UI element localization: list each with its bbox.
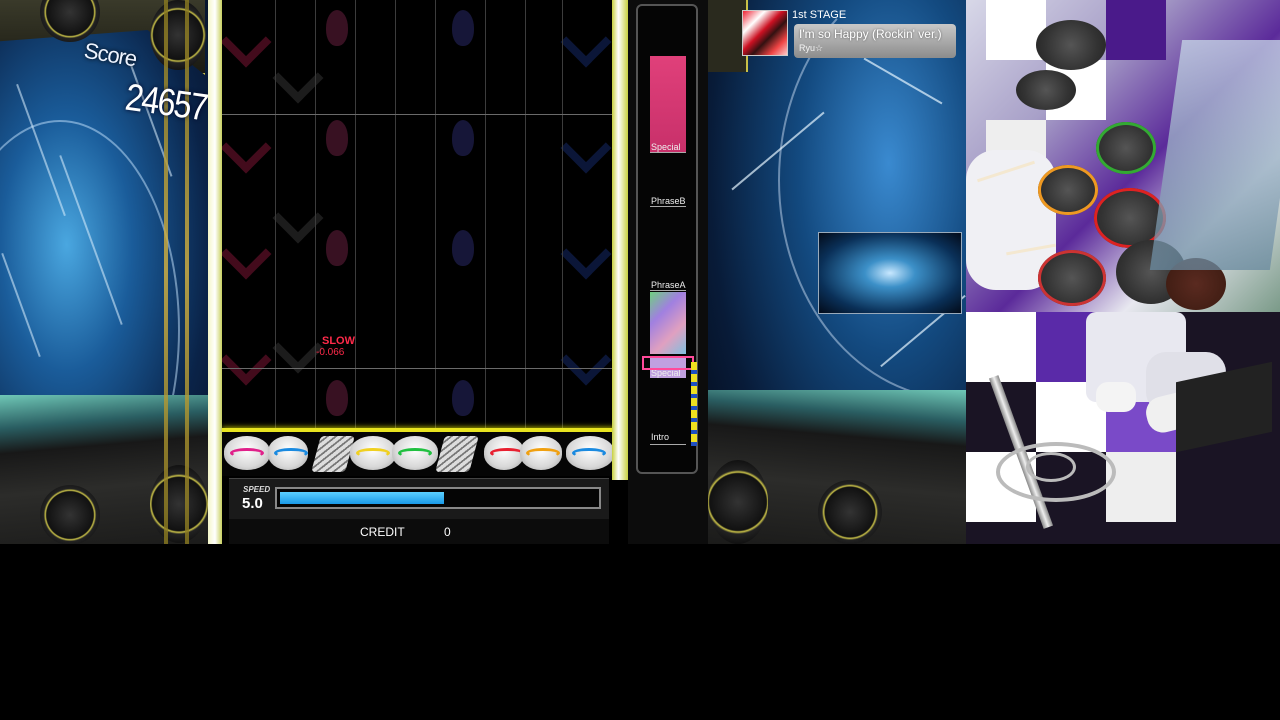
phrase-divider (650, 152, 686, 153)
lane-divider (435, 0, 436, 430)
stage-label: 1st STAGE (792, 9, 847, 21)
phrase-label: PhraseB (651, 196, 686, 206)
lane-divider (315, 0, 316, 430)
speaker-icon (708, 460, 768, 544)
game-screen: Score 24657 SLOW -0.066 SPEED 5.0 CREDIT… (0, 0, 1280, 544)
right-background-panel (708, 0, 966, 544)
speed-indicator: SPEED 5.0 (237, 485, 271, 513)
chevron-down-icon (222, 122, 272, 174)
phrase-divider (650, 444, 686, 445)
phrase-label: Intro (651, 432, 670, 442)
lane-divider (275, 0, 276, 430)
phrase-label: Special (651, 142, 681, 152)
credit-label: CREDIT (360, 525, 405, 539)
phrase-divider (650, 206, 686, 207)
player-camera-feet (966, 312, 1280, 544)
song-title: I'm so Happy (Rockin' ver.) (799, 27, 942, 41)
chevron-down-icon (222, 228, 272, 280)
speed-gauge (275, 487, 601, 509)
phrase-segment-phrasea (650, 292, 686, 354)
frame-pillar (185, 0, 189, 544)
lane-border-right (612, 0, 628, 480)
drum-cymbal (1036, 20, 1106, 70)
lane-divider (395, 0, 396, 430)
player-camera-overhead (966, 0, 1280, 312)
footprint-icon (326, 380, 348, 416)
chevron-down-icon (222, 334, 272, 386)
high-tom-pad (350, 436, 396, 470)
current-position-marker (642, 356, 694, 370)
song-artist: Ryu☆ (799, 43, 824, 53)
phrase-divider (650, 290, 686, 291)
footprint-icon (326, 120, 348, 156)
drum-cymbal (1016, 70, 1076, 110)
low-tom-pad (392, 436, 438, 470)
chevron-down-icon (560, 228, 612, 280)
cymbal-pad (520, 436, 562, 470)
floor-deck (708, 390, 966, 544)
left-background-panel: Score 24657 (0, 0, 222, 544)
stage-info: 1st STAGE I'm so Happy (Rockin' ver.) Ry… (738, 4, 960, 60)
footprint-icon (452, 120, 474, 156)
timing-offset: -0.066 (316, 347, 345, 358)
song-info-box: I'm so Happy (Rockin' ver.) Ryu☆ (794, 24, 956, 58)
lane-divider (525, 0, 526, 430)
status-panel: SPEED 5.0 CREDIT 0 (229, 478, 609, 544)
footprint-icon (452, 230, 474, 266)
footprint-icon (326, 10, 348, 46)
measure-line (222, 114, 616, 115)
chevron-down-icon (560, 334, 612, 386)
background-arc (778, 0, 966, 400)
footprint-icon (326, 230, 348, 266)
phrase-label: PhraseA (651, 280, 686, 290)
note-lanes: SLOW -0.066 (222, 0, 616, 476)
lane-divider (562, 0, 563, 430)
progress-frame: Special PhraseB PhraseA Special Intro (636, 4, 698, 474)
timing-judgement: SLOW (322, 335, 355, 347)
chevron-down-icon (560, 16, 612, 68)
drum-tom (1096, 122, 1156, 174)
footprint-icon (452, 380, 474, 416)
song-jacket (742, 10, 788, 56)
footprint-icon (452, 10, 474, 46)
score-value: 24657 (122, 76, 210, 130)
stool-ring (1026, 452, 1076, 482)
sneaker-left (1096, 382, 1136, 412)
lane-divider (485, 0, 486, 430)
chevron-down-icon (560, 122, 612, 174)
floor-tile (1106, 0, 1166, 60)
measure-line (222, 368, 616, 369)
ride-pad (566, 436, 614, 470)
speaker-icon (40, 485, 100, 544)
snare-pad (268, 436, 308, 470)
drum-tom (1038, 165, 1098, 215)
hihat-pad (224, 436, 270, 470)
floor-tile (1106, 452, 1176, 522)
score-label: Score (82, 37, 139, 72)
speaker-icon (818, 480, 882, 544)
drum-snare (1038, 250, 1106, 306)
credit-row: CREDIT 0 (229, 519, 609, 544)
floor-tile (966, 312, 1036, 382)
lane-divider (355, 0, 356, 430)
speed-gauge-fill (280, 492, 444, 504)
background-video-window (818, 232, 962, 314)
phrase-progress-column: Special PhraseB PhraseA Special Intro (628, 0, 708, 544)
credit-value: 0 (444, 525, 451, 539)
speed-value: 5.0 (242, 495, 263, 512)
speaker-icon (150, 465, 208, 543)
cabinet-screen (1149, 40, 1280, 270)
speed-label: SPEED (243, 485, 271, 494)
lane-border-left (208, 0, 222, 544)
speaker-icon (150, 0, 206, 70)
floor-tom-pad (484, 436, 524, 470)
chevron-down-icon (222, 16, 272, 68)
phrase-segment-special (650, 56, 686, 152)
progress-fill (691, 362, 697, 446)
